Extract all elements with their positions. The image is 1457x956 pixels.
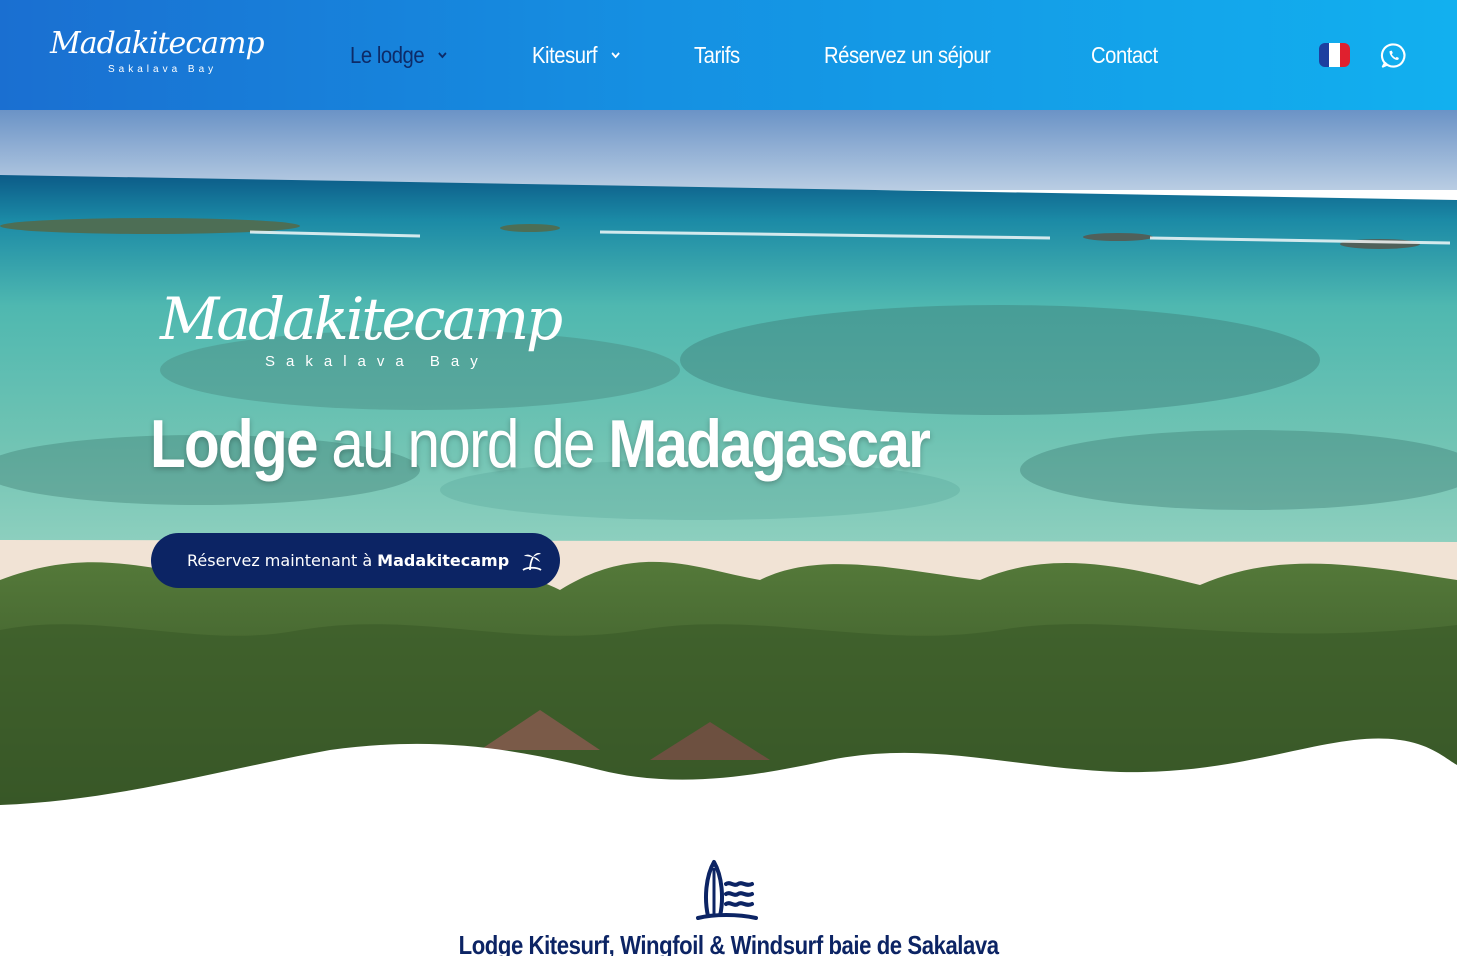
surfboard-waves-icon [696,860,758,920]
intro-title-part: Lodge [458,930,524,956]
main-nav: Le lodge Kitesurf Tarifs Réservez un séj… [350,37,1247,73]
palm-island-icon [522,552,542,571]
intro-title-part: baie de [828,930,902,956]
intro-title-part: Windsurf [730,930,823,956]
hero-logo-script: Madakitecamp [160,285,563,353]
nav-item-tarifs[interactable]: Tarifs [694,42,740,69]
intro-title-part: Sakalava [907,930,999,956]
book-now-button[interactable]: Réservez maintenant à Madakitecamp [151,533,560,588]
france-flag-icon[interactable] [1319,43,1350,67]
hero-title-part1: Lodge [150,406,319,482]
hero-logo: Madakitecamp Sakalava Bay [160,285,563,385]
nav-item-le-lodge[interactable]: Le lodge [350,42,449,69]
intro-title: Lodge Kitesurf, Wingfoil & Windsurf baie… [0,930,1457,956]
hero-logo-subtitle: Sakalava Bay [265,353,489,370]
intro-title-part: , Wingfoil & [608,930,726,956]
hero-title-part2: au nord de [331,406,595,482]
chevron-down-icon [438,52,447,59]
nav-label: Contact [1091,41,1159,68]
nav-label: Tarifs [694,41,740,68]
cta-prefix: Réservez maintenant à [187,551,373,570]
hero-title: Lodge au nord de Madagascar [150,405,931,483]
nav-item-kitesurf[interactable]: Kitesurf [532,42,622,69]
nav-label: Le lodge [350,41,425,68]
chevron-down-icon [611,52,620,59]
hero-section: Madakitecamp Sakalava Bay Lodge au nord … [0,110,1457,810]
nav-label: Kitesurf [532,41,598,68]
cta-brand: Madakitecamp [377,551,510,570]
logo-subtitle: Sakalava Bay [108,64,218,75]
nav-item-reservez[interactable]: Réservez un séjour [824,41,991,69]
logo-script: Madakitecamp [50,26,265,61]
nav-label: Réservez un séjour [824,41,991,68]
hero-title-part3: Madagascar [608,406,931,482]
whatsapp-icon[interactable] [1380,42,1407,69]
site-header: Madakitecamp Sakalava Bay Le lodge Kites… [0,0,1457,110]
nav-item-contact[interactable]: Contact [1091,42,1158,69]
intro-title-part: Kitesurf [528,930,609,956]
site-logo[interactable]: Madakitecamp Sakalava Bay [50,26,265,82]
